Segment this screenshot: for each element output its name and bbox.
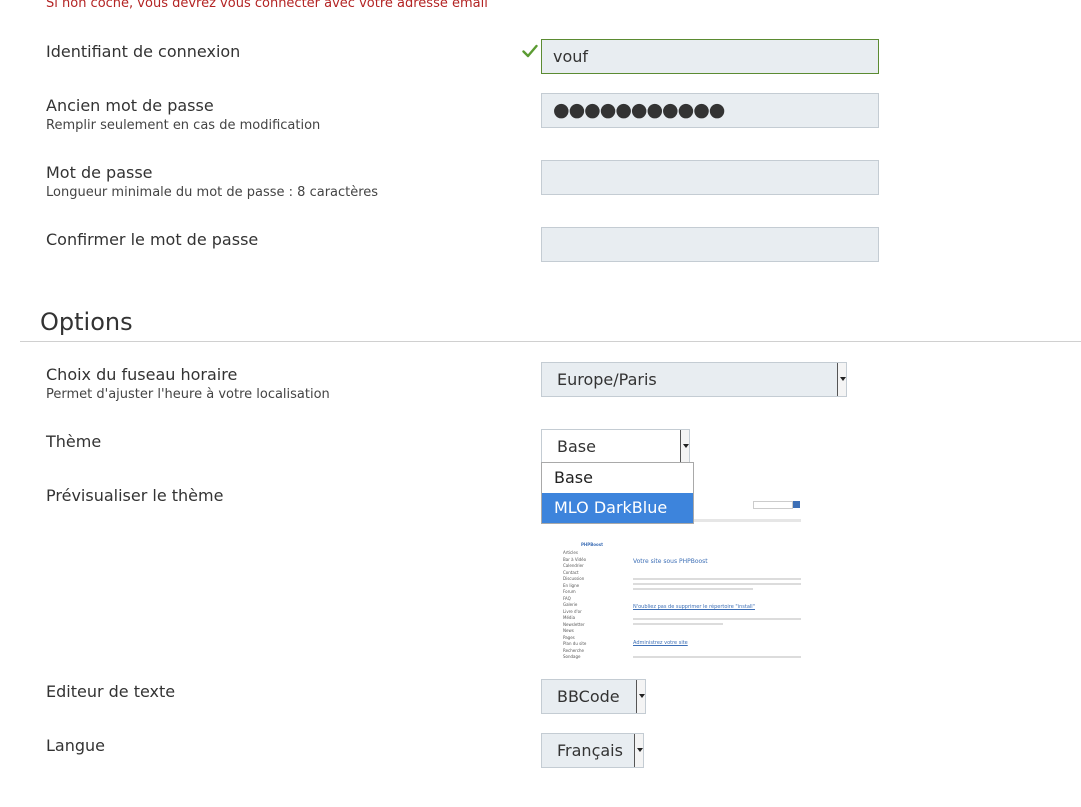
- check-icon: [522, 44, 538, 58]
- password-label: Mot de passe: [46, 163, 153, 182]
- preview-menu: Articles Bar à Vidéo Calendrier Contact …: [557, 550, 625, 665]
- chevron-down-icon: [636, 680, 645, 713]
- login-label: Identifiant de connexion: [46, 42, 241, 61]
- preview-text-line: [633, 588, 753, 590]
- theme-label: Thème: [46, 432, 102, 451]
- preview-menu-item: Newsletter: [563, 621, 585, 627]
- preview-text-line: [633, 623, 723, 625]
- timezone-select[interactable]: Europe/Paris: [541, 362, 847, 397]
- login-input[interactable]: vouf: [541, 39, 879, 74]
- preview-menu-item: Contact: [563, 569, 579, 575]
- preview-menu-item: Sondage: [563, 654, 581, 659]
- editor-label: Editeur de texte: [46, 682, 176, 701]
- theme-dropdown-list: Base MLO DarkBlue: [541, 462, 694, 524]
- editor-value: BBCode: [557, 687, 620, 706]
- old-password-input[interactable]: ●●●●●●●●●●●: [541, 93, 879, 128]
- preview-menu-item: FAQ: [563, 595, 571, 601]
- old-password-label: Ancien mot de passe: [46, 96, 214, 115]
- preview-menu-item: Livre d'or: [563, 608, 582, 614]
- preview-menu-item: Média: [563, 615, 576, 620]
- preview-menu-item: Recherche: [563, 647, 585, 653]
- confirm-password-input[interactable]: [541, 227, 879, 262]
- preview-menu-item: Plan du site: [563, 641, 587, 646]
- preview-text-line: [633, 656, 801, 658]
- chevron-down-icon: [680, 430, 689, 463]
- preview-menu-item: En ligne: [563, 582, 580, 588]
- preview-menu-item: News: [563, 628, 574, 633]
- language-value: Français: [557, 741, 623, 760]
- options-section-title: Options: [40, 308, 133, 336]
- theme-select[interactable]: Base: [541, 429, 690, 464]
- language-select[interactable]: Français: [541, 733, 644, 768]
- password-help: Longueur minimale du mot de passe : 8 ca…: [46, 185, 379, 200]
- theme-preview-label: Prévisualiser le thème: [46, 486, 224, 505]
- preview-search-icon: [793, 501, 800, 508]
- section-divider: [20, 341, 1081, 342]
- preview-subheading: Administrez votre site: [633, 640, 688, 646]
- preview-search-box: [753, 501, 793, 509]
- preview-menu-item: Pages: [563, 634, 575, 640]
- preview-site-name: PHPBoost: [581, 542, 604, 547]
- old-password-help: Remplir seulement en cas de modification: [46, 118, 321, 133]
- preview-menu-item: Calendrier: [563, 563, 584, 568]
- chevron-down-icon: [837, 363, 846, 396]
- preview-nav-bar: [691, 519, 801, 522]
- confirm-password-label: Confirmer le mot de passe: [46, 230, 259, 249]
- editor-select[interactable]: BBCode: [541, 679, 646, 714]
- preview-text-line: [633, 583, 801, 585]
- preview-menu-item: Forum: [563, 589, 576, 594]
- theme-option-base[interactable]: Base: [542, 463, 693, 493]
- preview-text-line: [633, 578, 801, 580]
- email-login-warning: Si non coché, vous devrez vous connecter…: [46, 0, 488, 11]
- preview-subheading: N'oubliez pas de supprimer le répertoire…: [633, 604, 755, 610]
- preview-heading: Votre site sous PHPBoost: [633, 558, 708, 565]
- language-label: Langue: [46, 736, 105, 755]
- password-input[interactable]: [541, 160, 879, 195]
- preview-menu-item: Bar à Vidéo: [563, 556, 587, 562]
- timezone-help: Permet d'ajuster l'heure à votre localis…: [46, 387, 330, 402]
- preview-menu-item: Discussion: [563, 576, 585, 581]
- preview-menu-item: Galerie: [563, 602, 578, 607]
- theme-value: Base: [557, 437, 596, 456]
- timezone-label: Choix du fuseau horaire: [46, 365, 238, 384]
- chevron-down-icon: [634, 734, 643, 767]
- theme-option-mlo-darkblue[interactable]: MLO DarkBlue: [542, 493, 693, 523]
- timezone-value: Europe/Paris: [557, 370, 657, 389]
- preview-text-line: [633, 618, 801, 620]
- preview-menu-item: Articles: [563, 550, 578, 555]
